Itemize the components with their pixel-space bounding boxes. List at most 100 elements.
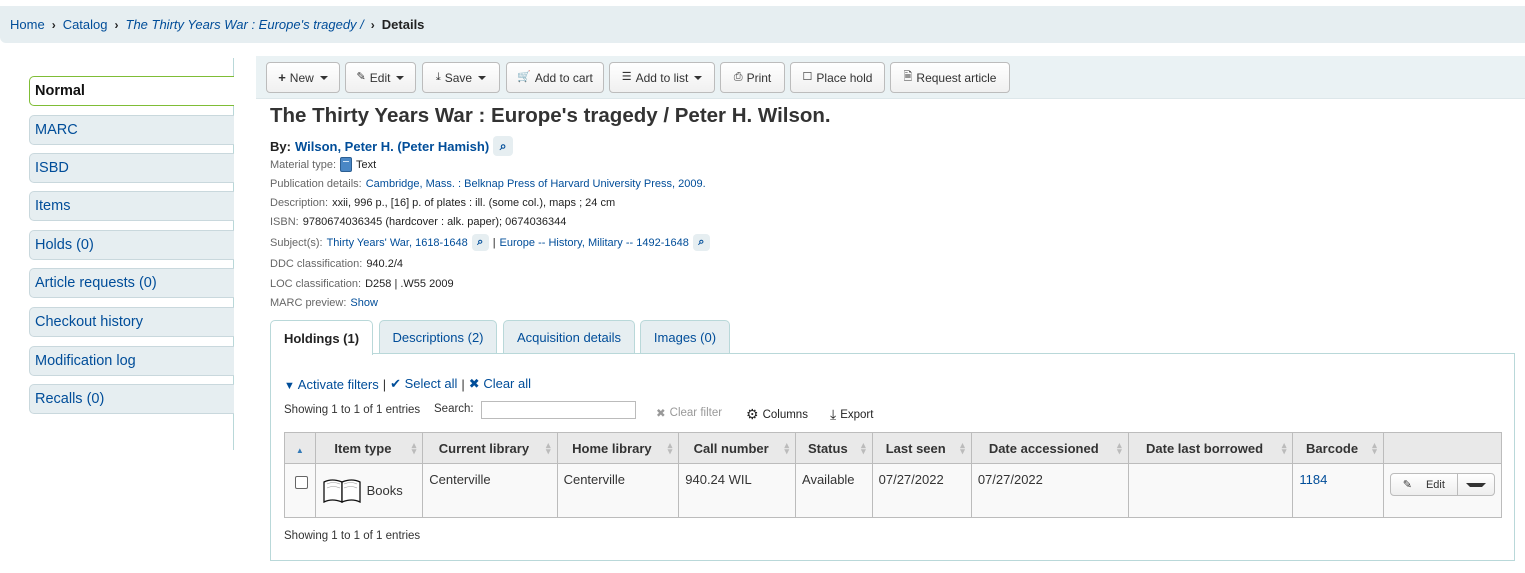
item-edit-dropdown-toggle[interactable] <box>1456 474 1494 495</box>
column-header-item-type[interactable]: Item type ▴ ▾ <box>314 432 424 464</box>
pencil-icon: ✎ <box>1402 479 1412 491</box>
date-last-borrowed-cell <box>1127 463 1294 518</box>
sort-icon: ▴ ▾ <box>861 440 866 456</box>
sidebar-item-isbd[interactable]: ISBD <box>29 153 234 183</box>
save-button[interactable]: ⤓ Save <box>422 62 500 93</box>
tab-holdings[interactable]: Holdings (1) <box>270 320 373 355</box>
column-header-date-accessioned[interactable]: Date accessioned ▴ ▾ <box>970 432 1129 464</box>
caret-down-icon <box>694 75 703 80</box>
list-icon: ☰ <box>621 71 632 83</box>
column-header-current-library[interactable]: Current library ▴ ▾ <box>422 432 558 464</box>
open-book-icon <box>322 479 361 504</box>
chevron-right-icon: › <box>114 17 119 32</box>
barcode-link[interactable]: 1184 <box>1299 472 1327 487</box>
tab-images[interactable]: Images (0) <box>640 320 730 354</box>
last-seen-cell: 07/27/2022 <box>871 463 972 518</box>
caret-down-icon <box>319 75 328 80</box>
sidebar-item-recalls[interactable]: Recalls (0) <box>29 384 234 414</box>
select-column-header[interactable]: ▲ <box>284 432 316 464</box>
sidebar-item-checkout-history[interactable]: Checkout history <box>29 307 234 337</box>
column-header-actions <box>1382 432 1503 464</box>
column-header-date-last-borrowed[interactable]: Date last borrowed ▴ ▾ <box>1127 432 1294 464</box>
add-to-cart-button[interactable]: 🛒 Add to cart <box>506 62 604 93</box>
barcode-cell: 1184 <box>1292 463 1384 518</box>
file-text-icon: 🗎 <box>903 71 913 83</box>
column-header-status[interactable]: Status ▴ ▾ <box>795 432 873 464</box>
marc-preview-show-link[interactable]: Show <box>350 297 378 309</box>
caret-down-icon <box>478 75 487 80</box>
breadcrumb-record[interactable]: The Thirty Years War : Europe's tragedy … <box>126 17 364 32</box>
caret-down-icon <box>1465 482 1486 487</box>
row-checkbox[interactable] <box>294 476 308 489</box>
print-button[interactable]: ⎙ Print <box>720 62 785 93</box>
chevron-right-icon: › <box>51 17 56 32</box>
tab-descriptions[interactable]: Descriptions (2) <box>379 320 497 354</box>
tab-acquisition-details[interactable]: Acquisition details <box>503 320 635 354</box>
sort-icon: ▴ ▾ <box>667 440 673 456</box>
sidebar-item-normal[interactable]: Normal <box>29 76 234 106</box>
sort-icon: ▴ ▾ <box>784 440 790 456</box>
breadcrumb: Home › Catalog › The Thirty Years War : … <box>0 6 1525 43</box>
sidebar-nav: Normal MARC ISBD Items Holds (0) Article… <box>29 58 234 450</box>
column-header-call-number[interactable]: Call number ▴ ▾ <box>678 432 797 464</box>
search-icon[interactable]: ⌕ <box>493 136 514 156</box>
record-toolbar: + New ✎ Edit ⤓ Save 🛒 Add to cart ☰ Add … <box>256 56 1525 99</box>
search-icon[interactable]: ⌕ <box>471 234 489 251</box>
subject-link[interactable]: Thirty Years' War, 1618-1648 <box>327 237 468 249</box>
plus-icon: + <box>278 70 286 85</box>
table-info-top: Showing 1 to 1 of 1 entries <box>284 404 421 416</box>
loc-field: LOC classification: D258 | .W55 2009 <box>270 278 454 290</box>
sidebar-item-article-requests[interactable]: Article requests (0) <box>29 268 234 298</box>
actions-cell: ✎ Edit <box>1382 463 1503 518</box>
table-info-bottom: Showing 1 to 1 of 1 entries <box>284 530 421 542</box>
filter-icon: ▼ <box>284 379 295 392</box>
clear-filter-button[interactable]: ✖ Clear filter <box>656 406 722 420</box>
new-button[interactable]: + New <box>266 62 340 93</box>
sidebar-item-items[interactable]: Items <box>29 191 234 221</box>
current-library-cell: Centerville <box>422 463 558 518</box>
breadcrumb-home[interactable]: Home <box>10 17 45 32</box>
breadcrumb-current: Details <box>381 17 425 32</box>
status-cell: Available <box>795 463 873 518</box>
sort-icon: ▴ ▾ <box>1372 440 1377 456</box>
isbn-field: ISBN: 9780674036345 (hardcover : alk. pa… <box>270 216 567 228</box>
gear-icon: ⚙ <box>746 406 759 422</box>
column-header-home-library[interactable]: Home library ▴ ▾ <box>556 432 680 464</box>
close-icon: ✖ <box>468 376 480 391</box>
sort-icon: ▴ ▾ <box>411 440 417 456</box>
sidebar-item-holds[interactable]: Holds (0) <box>29 230 234 260</box>
columns-button[interactable]: ⚙ Columns <box>746 406 808 423</box>
sticky-note-icon: ☐ <box>802 71 813 83</box>
sidebar-item-modification-log[interactable]: Modification log <box>29 346 234 376</box>
add-to-list-button[interactable]: ☰ Add to list <box>609 62 715 93</box>
table-header-row: ▲ Item type ▴ ▾ Current library ▴ ▾ Home lib… <box>284 432 1503 464</box>
column-header-barcode[interactable]: Barcode ▴ ▾ <box>1292 432 1384 464</box>
pencil-icon: ✎ <box>356 71 366 83</box>
publication-link[interactable]: Cambridge, Mass. : Belknap Press of Harv… <box>366 178 706 190</box>
sidebar-item-marc[interactable]: MARC <box>29 115 234 145</box>
description-field: Description: xxii, 996 p., [16] p. of pl… <box>270 197 616 209</box>
activate-filters-link[interactable]: ▼ Activate filters <box>284 377 379 392</box>
chevron-right-icon: › <box>370 17 375 32</box>
select-all-link[interactable]: ✔ Select all <box>390 376 457 392</box>
item-edit-button[interactable]: ✎ Edit <box>1391 474 1457 495</box>
holdings-search-input[interactable] <box>481 401 636 419</box>
column-header-last-seen[interactable]: Last seen ▴ ▾ <box>871 432 972 464</box>
request-article-button[interactable]: 🗎 Request article <box>890 62 1010 93</box>
cart-icon: 🛒 <box>517 71 531 83</box>
search-icon[interactable]: ⌕ <box>692 234 710 251</box>
download-icon: ⤓ <box>830 406 837 422</box>
call-number-cell: 940.24 WIL <box>678 463 797 518</box>
edit-button[interactable]: ✎ Edit <box>345 62 416 93</box>
ddc-field: DDC classification: 940.2/4 <box>270 258 404 270</box>
home-library-cell: Centerville <box>556 463 680 518</box>
author-link[interactable]: Wilson, Peter H. (Peter Hamish) <box>295 139 489 154</box>
holdings-filter-links: ▼ Activate filters | ✔ Select all | ✖ Cl… <box>284 376 531 392</box>
clear-all-link[interactable]: ✖ Clear all <box>469 376 531 392</box>
breadcrumb-catalog[interactable]: Catalog <box>63 17 108 32</box>
publication-field: Publication details: Cambridge, Mass. : … <box>270 178 706 190</box>
holdings-table: ▲ Item type ▴ ▾ Current library ▴ ▾ Home lib… <box>284 432 1503 518</box>
place-hold-button[interactable]: ☐ Place hold <box>790 62 885 93</box>
subject-link[interactable]: Europe -- History, Military -- 1492-1648 <box>500 237 689 249</box>
export-button[interactable]: ⤓ Export <box>830 406 873 423</box>
